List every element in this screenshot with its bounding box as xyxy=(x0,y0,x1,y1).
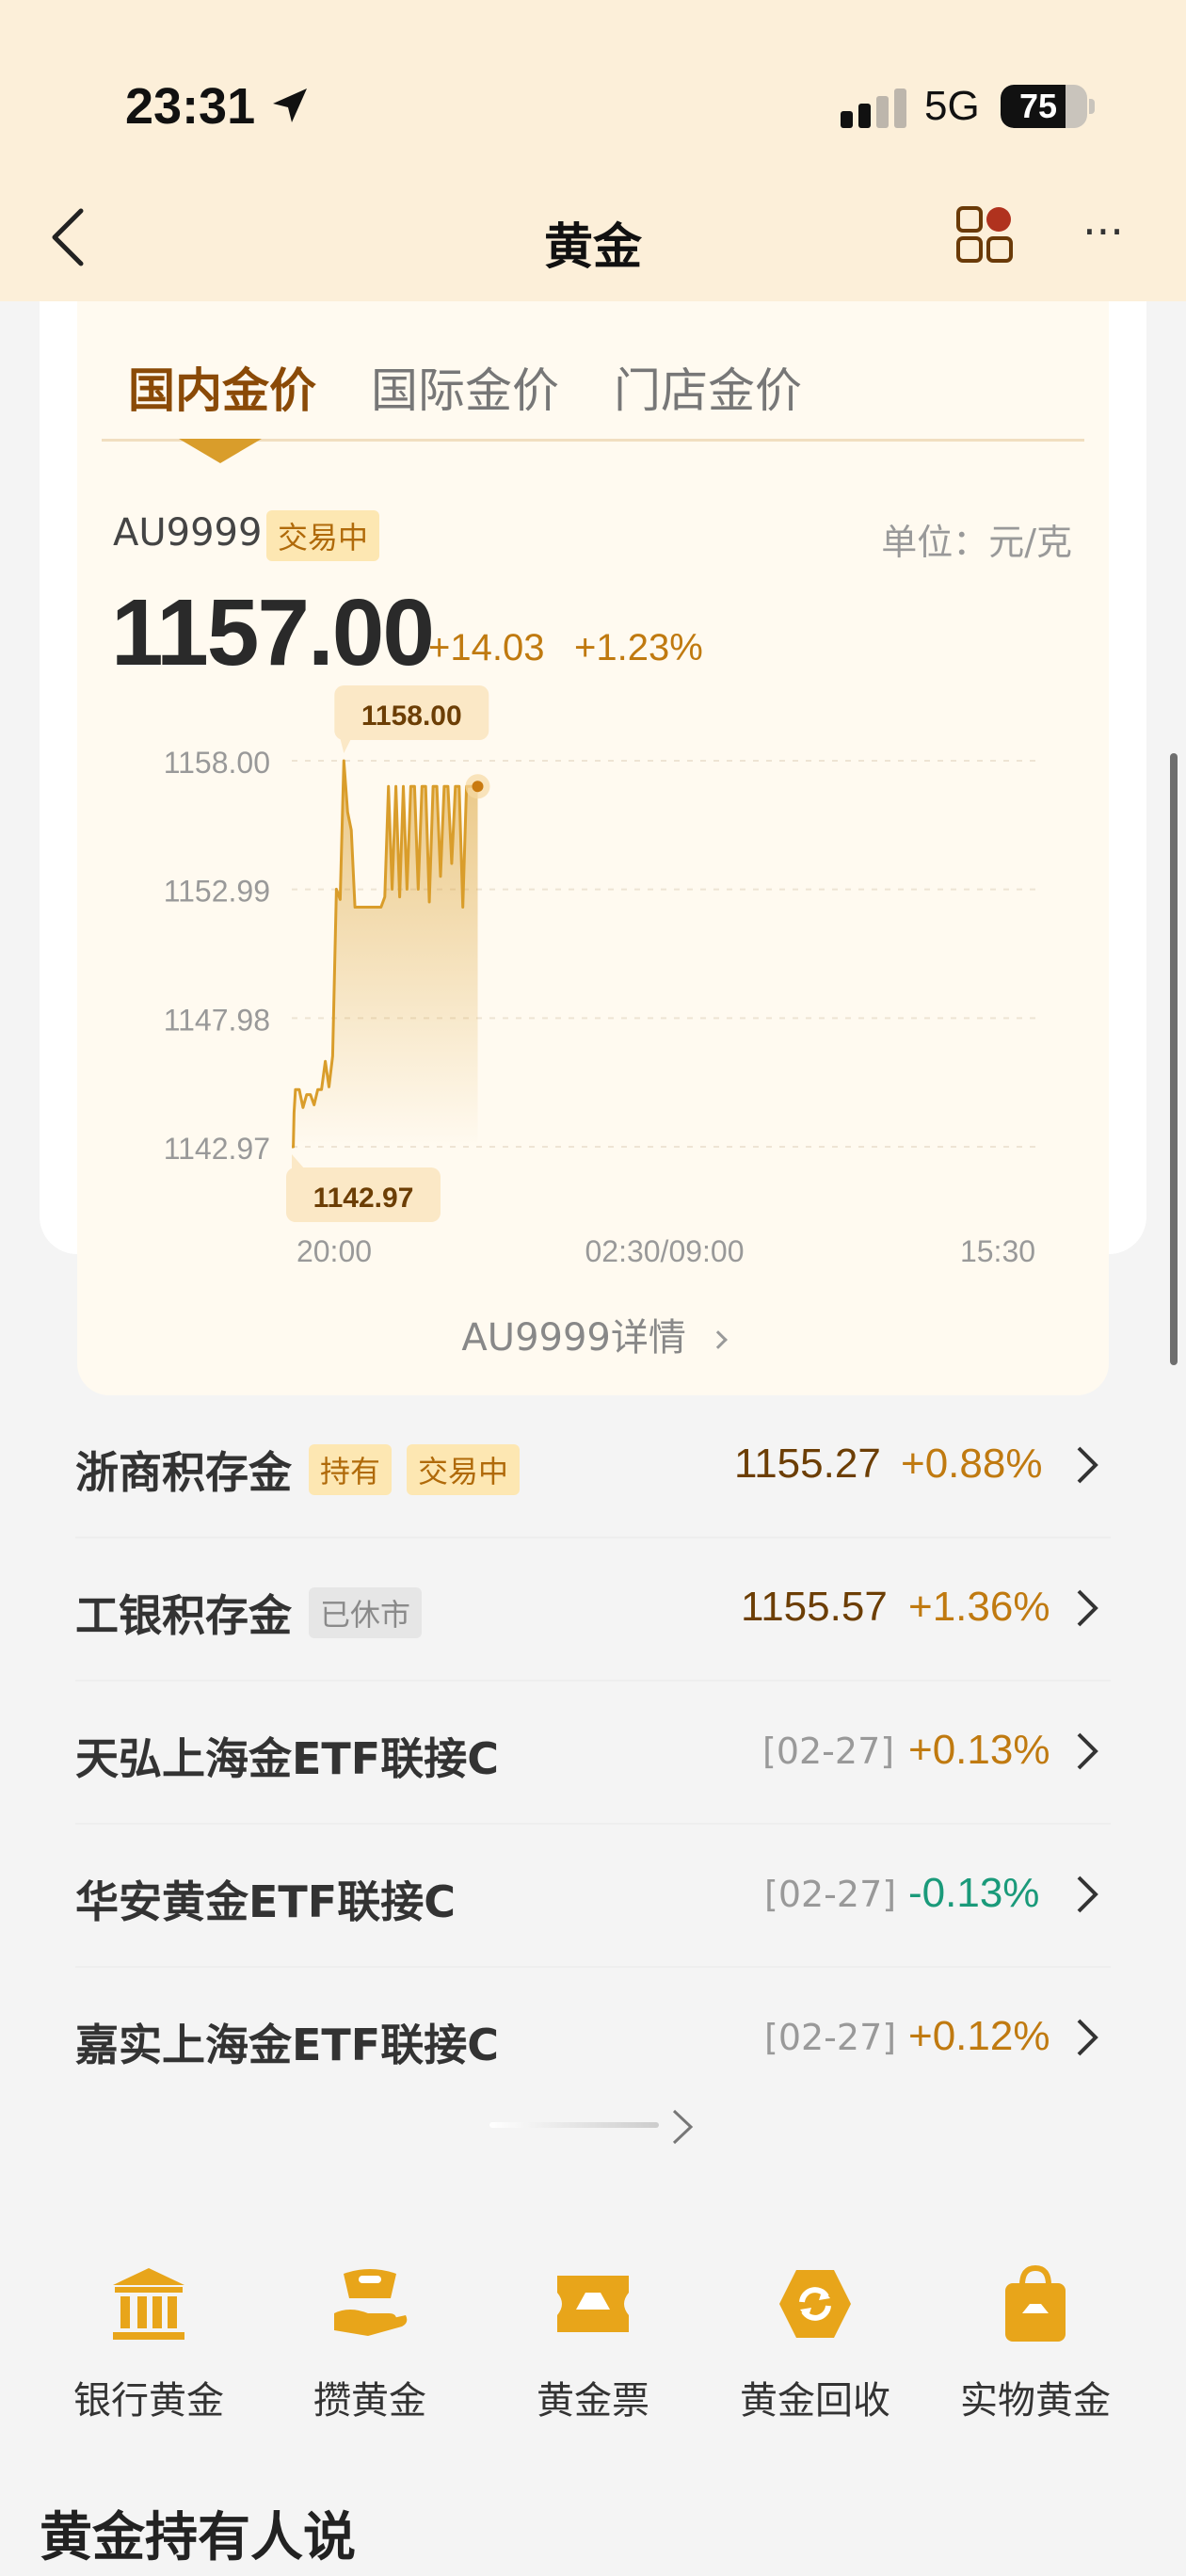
shopping-bag-icon xyxy=(1005,2264,1066,2342)
high-label-pointer xyxy=(340,738,352,753)
bank-icon xyxy=(113,2268,184,2340)
chevron-right-icon xyxy=(1077,1446,1098,1484)
closed-tag: 已休市 xyxy=(309,1587,423,1638)
chevron-right-icon xyxy=(1077,1876,1098,1913)
product-date: [02-27] xyxy=(764,2017,897,2058)
product-name: 天弘上海金ETF联接C xyxy=(75,1733,499,1784)
list-item[interactable]: 浙商积存金 持有 交易中 1155.27 +0.88% xyxy=(75,1395,1111,1538)
y-tick-label: 1147.98 xyxy=(164,1003,270,1037)
chevron-right-icon xyxy=(1077,1589,1098,1627)
list-item[interactable]: 嘉实上海金ETF联接C [02-27] +0.12% xyxy=(75,1968,1111,2111)
product-change: +0.12% xyxy=(908,2013,1050,2059)
recycle-icon xyxy=(779,2270,851,2338)
detail-link[interactable]: AU9999详情 xyxy=(0,1307,1186,1361)
more-indicator xyxy=(489,2122,659,2128)
quick-link-label: 实物黄金 xyxy=(960,2379,1111,2423)
product-name: 华安黄金ETF联接C xyxy=(75,1876,456,1927)
quick-link-label: 黄金回收 xyxy=(740,2379,890,2423)
product-price: 1155.57 xyxy=(741,1584,888,1630)
quick-link-label: 银行黄金 xyxy=(73,2379,224,2423)
scrollbar[interactable] xyxy=(1170,753,1178,1365)
product-change: +0.88% xyxy=(901,1441,1043,1487)
quick-link-label: 攒黄金 xyxy=(313,2379,426,2423)
more-chevron-icon[interactable] xyxy=(668,2107,697,2147)
detail-link-label: AU9999详情 xyxy=(461,1316,686,1360)
list-item[interactable]: 天弘上海金ETF联接C [02-27] +0.13% xyxy=(75,1682,1111,1825)
chevron-right-icon xyxy=(1077,1732,1098,1770)
low-label: 1142.97 xyxy=(313,1183,414,1214)
product-change: -0.13% xyxy=(908,1870,1040,1916)
low-label-pointer xyxy=(292,1154,305,1169)
list-item[interactable]: 工银积存金 已休市 1155.57 +1.36% xyxy=(75,1538,1111,1682)
product-change: +0.13% xyxy=(908,1727,1050,1773)
holding-tag: 持有 xyxy=(309,1444,393,1495)
product-price: 1155.27 xyxy=(734,1441,881,1487)
trading-tag: 交易中 xyxy=(407,1444,521,1495)
x-tick-label: 15:30 xyxy=(960,1234,1035,1268)
product-name: 浙商积存金 xyxy=(75,1447,292,1498)
product-name: 工银积存金 xyxy=(75,1590,292,1641)
chevron-right-icon xyxy=(708,1330,728,1349)
price-chart[interactable]: 1158.00 1152.99 1147.98 1142.97 20:00 02:30/0… xyxy=(0,0,1186,1318)
gold-ingot-hand-icon xyxy=(334,2269,408,2336)
high-label: 1158.00 xyxy=(361,700,462,732)
product-name: 嘉实上海金ETF联接C xyxy=(75,2020,499,2070)
y-tick-label: 1142.97 xyxy=(164,1132,270,1166)
y-tick-label: 1152.99 xyxy=(164,875,270,909)
product-date: [02-27] xyxy=(764,1874,897,1915)
chevron-right-icon xyxy=(1077,2019,1098,2056)
x-tick-label: 02:30/09:00 xyxy=(585,1234,744,1268)
product-date: [02-27] xyxy=(762,1731,895,1772)
quick-link-label: 黄金票 xyxy=(537,2379,649,2423)
y-tick-label: 1158.00 xyxy=(164,746,270,780)
current-point xyxy=(472,781,484,793)
x-tick-label: 20:00 xyxy=(296,1234,372,1268)
section-title: 黄金持有人说 xyxy=(40,2507,356,2568)
list-item[interactable]: 华安黄金ETF联接C [02-27] -0.13% xyxy=(75,1825,1111,1968)
product-change: +1.36% xyxy=(908,1584,1050,1630)
ticket-icon xyxy=(557,2276,629,2332)
